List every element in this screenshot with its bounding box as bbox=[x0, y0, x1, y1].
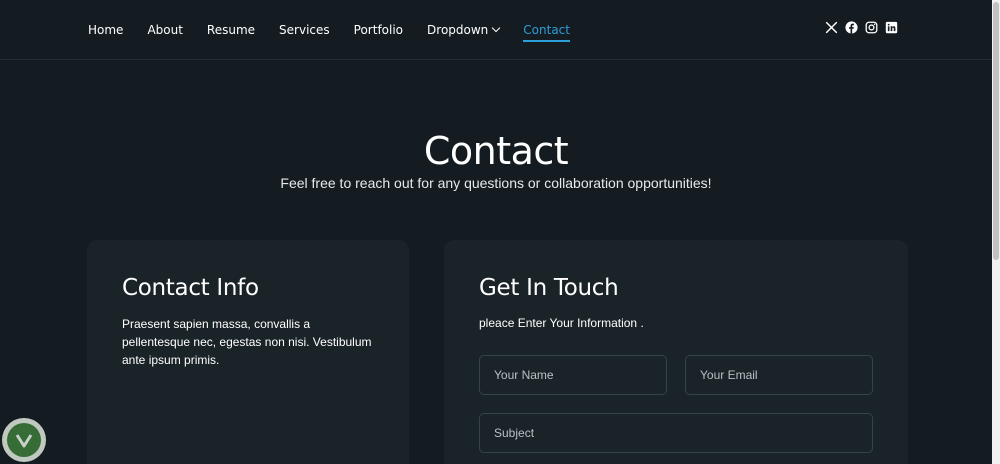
page-subtitle: Feel free to reach out for any questions… bbox=[280, 175, 712, 191]
nav-item-resume[interactable]: Resume bbox=[207, 0, 255, 59]
subject-field[interactable] bbox=[479, 413, 873, 453]
chevron-down-icon bbox=[492, 23, 501, 32]
header: Home About Resume Services Portfolio Dro… bbox=[0, 0, 992, 60]
scrollbar[interactable] bbox=[992, 0, 1000, 464]
nav-item-services[interactable]: Services bbox=[279, 0, 330, 59]
name-field[interactable] bbox=[479, 355, 667, 395]
facebook-icon[interactable] bbox=[845, 21, 858, 34]
nav-item-home[interactable]: Home bbox=[88, 0, 123, 59]
get-in-touch-title: Get In Touch bbox=[479, 275, 619, 301]
nav-item-dropdown-label: Dropdown bbox=[427, 22, 489, 37]
contact-info-text: Praesent sapien massa, convallis a pelle… bbox=[122, 317, 372, 367]
contact-info-title: Contact Info bbox=[122, 275, 259, 301]
get-in-touch-text: pleace Enter Your Information . bbox=[479, 316, 644, 330]
x-icon[interactable] bbox=[825, 21, 838, 34]
watermark-logo bbox=[2, 418, 46, 462]
social-links bbox=[818, 21, 898, 34]
scrollbar-thumb[interactable] bbox=[993, 2, 999, 260]
nav-item-contact[interactable]: Contact bbox=[523, 0, 570, 59]
get-in-touch-card: Get In Touch pleace Enter Your Informati… bbox=[444, 240, 908, 464]
page-title: Contact bbox=[423, 129, 569, 174]
email-field[interactable] bbox=[685, 355, 873, 395]
instagram-icon[interactable] bbox=[865, 21, 878, 34]
nav-item-about[interactable]: About bbox=[147, 0, 182, 59]
main-nav: Home About Resume Services Portfolio Dro… bbox=[88, 0, 594, 59]
nav-item-portfolio[interactable]: Portfolio bbox=[354, 0, 403, 59]
linkedin-icon[interactable] bbox=[885, 21, 898, 34]
checkmark-icon bbox=[15, 434, 33, 448]
contact-info-card: Contact Info Praesent sapien massa, conv… bbox=[87, 240, 409, 464]
watermark-logo-inner bbox=[7, 423, 41, 457]
page: Home About Resume Services Portfolio Dro… bbox=[0, 0, 992, 464]
nav-item-dropdown[interactable]: Dropdown bbox=[427, 0, 501, 59]
